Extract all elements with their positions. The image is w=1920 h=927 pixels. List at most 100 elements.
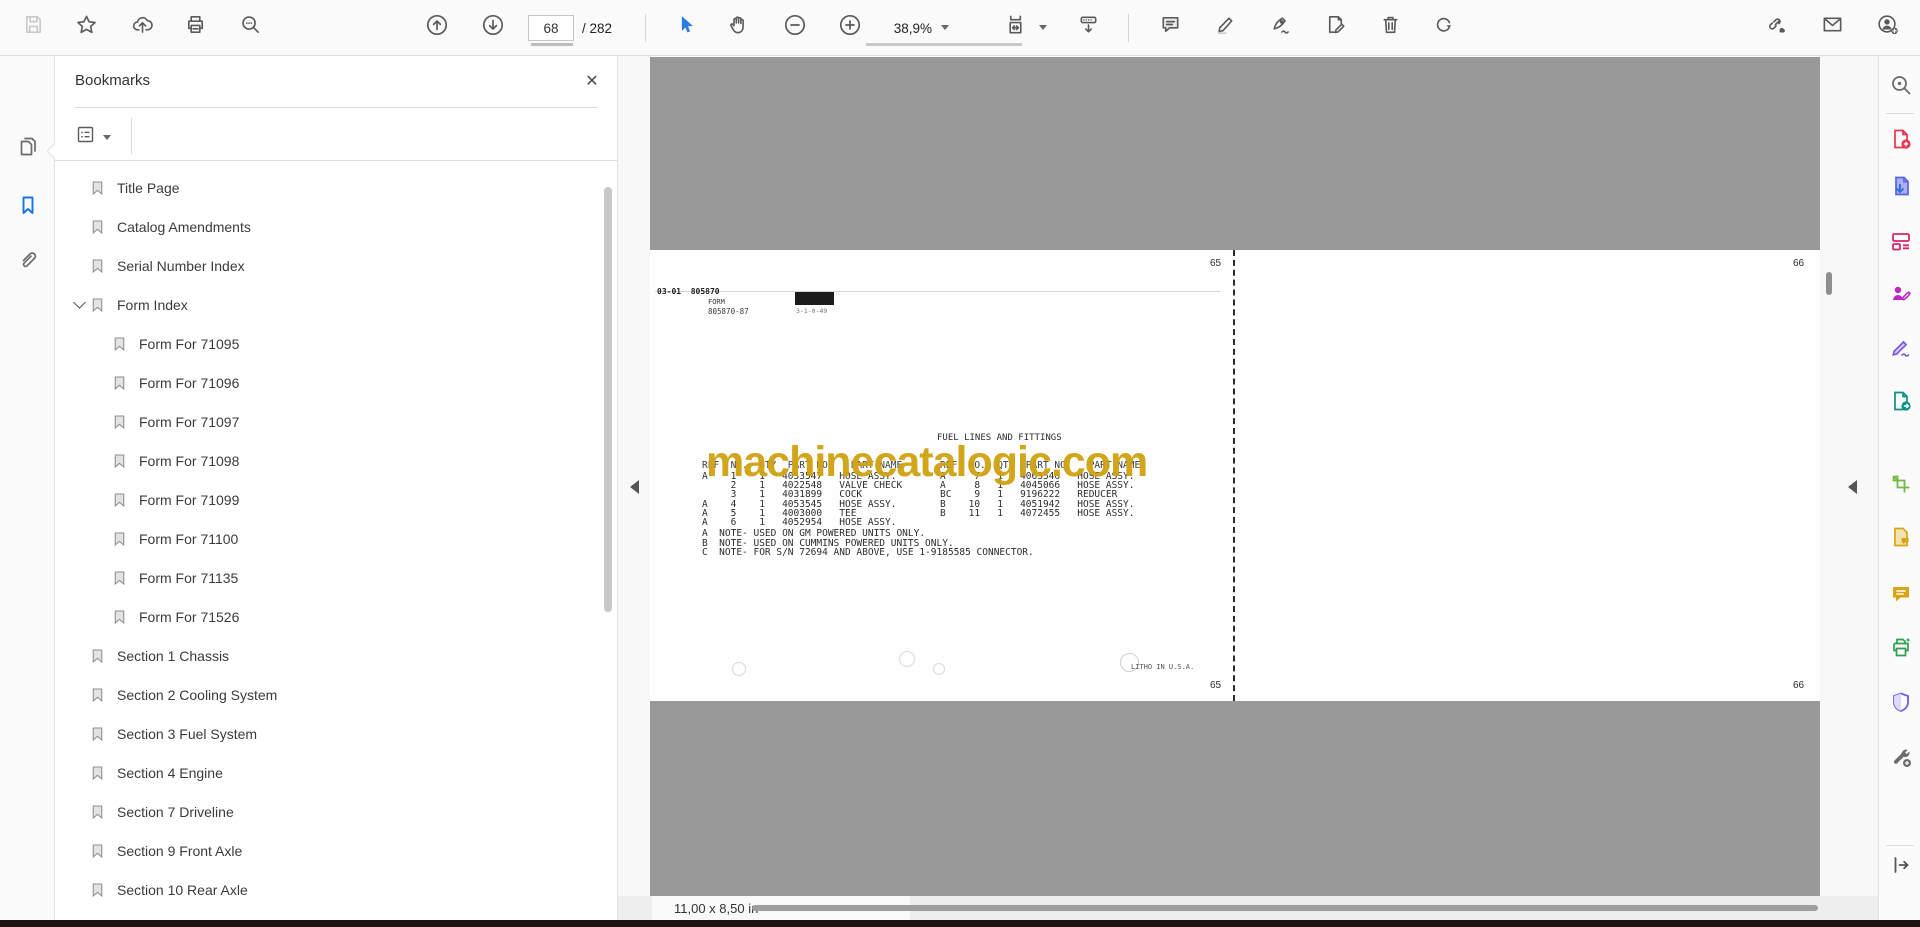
bookmark-item-section-9-front-axle[interactable]: Section 9 Front Axle <box>55 831 618 870</box>
create-pdf-button[interactable] <box>1888 128 1914 154</box>
bookmark-label: Catalog Amendments <box>117 218 251 235</box>
protect-button[interactable] <box>1888 691 1914 717</box>
bookmark-item-form-for-71135[interactable]: Form For 71135 <box>55 558 618 597</box>
trash-icon <box>1379 13 1402 41</box>
bookmark-item-section-7-driveline[interactable]: Section 7 Driveline <box>55 792 618 831</box>
bookmark-item-form-for-71099[interactable]: Form For 71099 <box>55 480 618 519</box>
comments-button[interactable] <box>1888 583 1914 609</box>
highlight-button[interactable] <box>1208 10 1242 44</box>
scan-artifact-line <box>655 291 1220 292</box>
horizontal-scrollbar[interactable] <box>752 905 1818 911</box>
save-icon <box>22 13 45 41</box>
page-number-bottom-right: 66 <box>1793 680 1805 691</box>
search-document-button[interactable] <box>1888 74 1914 100</box>
bookmark-item-form-for-71096[interactable]: Form For 71096 <box>55 363 618 402</box>
page-thumbnails-button[interactable] <box>11 131 45 165</box>
bookmark-item-form-for-71100[interactable]: Form For 71100 <box>55 519 618 558</box>
email-button[interactable] <box>1815 10 1849 44</box>
hand-tool-button[interactable] <box>721 10 755 44</box>
page-down-icon <box>481 13 505 42</box>
highlighter-icon <box>1214 13 1237 41</box>
more-tools-button[interactable] <box>1888 746 1914 772</box>
bookmark-label: Form For 71526 <box>139 608 240 625</box>
bookmark-ribbon-icon <box>89 724 106 744</box>
scroll-mode-button[interactable] <box>1071 10 1105 44</box>
save-button[interactable] <box>16 10 50 44</box>
send-for-review-button[interactable] <box>1888 390 1914 416</box>
delete-page-button[interactable] <box>1373 10 1407 44</box>
bookmark-item-section-10-rear-axle[interactable]: Section 10 Rear Axle <box>55 870 618 909</box>
form-code: 805870-87 <box>708 307 749 316</box>
edit-page-button[interactable] <box>1318 10 1352 44</box>
bookmark-label: Form For 71099 <box>139 491 240 508</box>
bookmark-item-title-page[interactable]: Title Page <box>55 168 618 207</box>
bookmark-item-form-for-71526[interactable]: Form For 71526 <box>55 597 618 636</box>
page-number-input[interactable] <box>528 15 574 41</box>
collapse-right-pane-arrow[interactable] <box>1848 480 1857 494</box>
sign-button[interactable] <box>1263 10 1297 44</box>
print-button[interactable] <box>178 10 212 44</box>
hide-tools-pane-button[interactable] <box>1888 854 1914 880</box>
crop-pages-icon <box>1889 472 1913 501</box>
toolbar-divider <box>1128 14 1129 42</box>
print-production-button[interactable] <box>1888 636 1914 662</box>
send-for-review-icon <box>1889 389 1913 418</box>
share-link-button[interactable] <box>1760 10 1794 44</box>
collapse-left-pane-arrow[interactable] <box>630 480 639 494</box>
zoom-level-value[interactable]: 38,9% <box>852 0 932 56</box>
export-pdf-button[interactable] <box>1888 175 1914 201</box>
zoom-out-button[interactable] <box>778 10 812 44</box>
document-vertical-scrollbar[interactable] <box>1826 272 1832 295</box>
comment-button[interactable] <box>1153 10 1187 44</box>
bookmark-item-section-3-fuel-system[interactable]: Section 3 Fuel System <box>55 714 618 753</box>
document-viewport[interactable]: 65 66 03-01 805870 FORM 805870-87 3-1-0-… <box>650 56 1820 896</box>
scan-artifact-circle <box>732 662 746 676</box>
request-signatures-button[interactable] <box>1888 283 1914 309</box>
scan-artifact-circle <box>933 663 945 675</box>
bookmark-item-section-4-engine[interactable]: Section 4 Engine <box>55 753 618 792</box>
bookmark-options-button[interactable] <box>75 122 121 152</box>
bookmark-item-form-for-71097[interactable]: Form For 71097 <box>55 402 618 441</box>
crop-pages-button[interactable] <box>1888 473 1914 499</box>
previous-page-button[interactable] <box>420 10 454 44</box>
bookmark-ribbon-icon <box>111 568 128 588</box>
share-upload-button[interactable] <box>125 10 159 44</box>
rail-divider <box>1886 845 1914 846</box>
bookmark-item-form-index[interactable]: Form Index <box>55 285 618 324</box>
search-button[interactable] <box>233 10 267 44</box>
doc-code-line: 03-01 805870 <box>657 287 720 296</box>
acrobat-window: / 282 38,9% <box>0 0 1920 927</box>
attachments-button[interactable] <box>11 245 45 279</box>
add-people-button[interactable] <box>1870 10 1904 44</box>
star-favorite-button[interactable] <box>69 10 103 44</box>
fit-width-button[interactable] <box>998 10 1032 44</box>
zoom-dropdown-caret[interactable] <box>941 25 949 30</box>
bookmark-item-form-for-71095[interactable]: Form For 71095 <box>55 324 618 363</box>
bookmark-ribbon-icon <box>111 373 128 393</box>
page-comment-button[interactable] <box>1888 526 1914 552</box>
bookmarks-panel-button[interactable] <box>11 190 45 224</box>
close-panel-button[interactable]: ✕ <box>579 68 605 94</box>
next-page-button[interactable] <box>476 10 510 44</box>
scroll-mode-icon <box>1077 13 1100 41</box>
bookmark-ribbon-icon <box>89 217 106 237</box>
bookmark-item-section-2-cooling-system[interactable]: Section 2 Cooling System <box>55 675 618 714</box>
page-number-bottom-left: 65 <box>1210 680 1222 691</box>
bookmark-ribbon-icon <box>89 178 106 198</box>
bookmark-item-form-for-71098[interactable]: Form For 71098 <box>55 441 618 480</box>
page-comment-icon <box>1889 525 1913 554</box>
bookmark-ribbon-icon <box>89 841 106 861</box>
fill-and-sign-button[interactable] <box>1888 336 1914 362</box>
rotate-page-button[interactable] <box>1426 10 1460 44</box>
organize-pages-button[interactable] <box>1888 230 1914 256</box>
bottom-edge-strip <box>0 920 1920 927</box>
bookmark-item-section-1-chassis[interactable]: Section 1 Chassis <box>55 636 618 675</box>
collapse-chevron-icon[interactable] <box>69 295 89 315</box>
comments-icon <box>1889 582 1913 611</box>
bookmark-item-serial-number-index[interactable]: Serial Number Index <box>55 246 618 285</box>
bookmarks-scrollbar[interactable] <box>604 187 612 612</box>
select-tool-button[interactable] <box>668 10 702 44</box>
watermark-text: machinecatalogic.com <box>706 438 1148 486</box>
bookmark-item-catalog-amendments[interactable]: Catalog Amendments <box>55 207 618 246</box>
fit-dropdown-caret[interactable] <box>1039 25 1047 30</box>
